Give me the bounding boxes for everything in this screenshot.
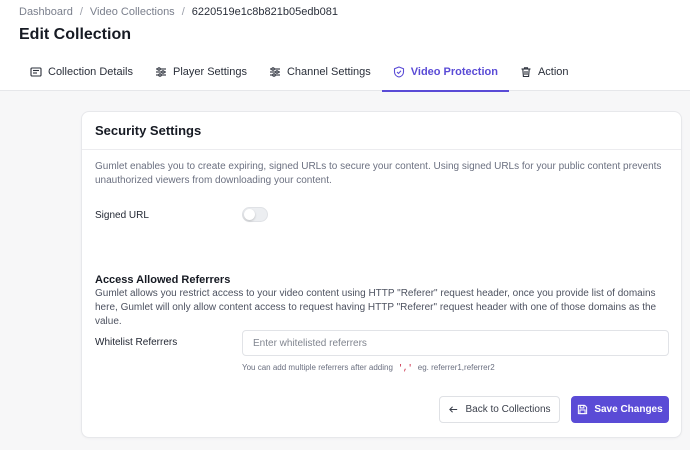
tab-player-settings[interactable]: Player Settings (144, 52, 258, 91)
signed-url-toggle[interactable] (242, 207, 268, 222)
tab-channel-settings[interactable]: Channel Settings (258, 52, 382, 91)
trash-icon (521, 66, 531, 77)
breadcrumb-dashboard[interactable]: Dashboard (19, 6, 73, 18)
card-title: Security Settings (95, 123, 202, 138)
list-icon (30, 66, 42, 77)
sliders-icon (269, 66, 280, 77)
referrers-description: Gumlet allows you restrict access to you… (95, 288, 657, 327)
tab-label: Video Protection (410, 65, 498, 78)
tab-collection-details[interactable]: Collection Details (19, 52, 144, 91)
referrers-section-title: Access Allowed Referrers (95, 274, 231, 286)
back-to-collections-button[interactable]: Back to Collections (439, 396, 560, 423)
tab-video-protection[interactable]: Video Protection (381, 52, 510, 92)
whitelist-referrers-label: Whitelist Referrers (95, 337, 178, 348)
back-button-label: Back to Collections (465, 404, 551, 415)
breadcrumb: Dashboard / Video Collections / 6220519e… (19, 6, 338, 18)
save-changes-button[interactable]: Save Changes (571, 396, 669, 423)
toggle-knob (244, 209, 255, 220)
hint-separator-code: ',' (398, 364, 413, 373)
sliders-icon (155, 66, 166, 77)
page-header: Dashboard / Video Collections / 6220519e… (0, 0, 690, 92)
signed-url-label: Signed URL (95, 210, 149, 221)
whitelist-referrers-input[interactable] (242, 330, 669, 356)
hint-prefix: You can add multiple referrers after add… (242, 363, 393, 372)
hint-example: eg. referrer1,referrer2 (417, 363, 495, 372)
tab-label: Player Settings (172, 65, 247, 78)
page-title: Edit Collection (19, 26, 131, 43)
save-icon (578, 404, 588, 415)
card-header: Security Settings (82, 112, 681, 150)
tab-label: Channel Settings (286, 65, 371, 78)
referrers-hint: You can add multiple referrers after add… (242, 363, 495, 373)
save-button-label: Save Changes (594, 404, 663, 415)
breadcrumb-current: 6220519e1c8b821b05edb081 (191, 6, 338, 18)
tab-action[interactable]: Action (509, 52, 580, 91)
tab-label: Collection Details (48, 65, 133, 78)
breadcrumb-separator: / (181, 6, 185, 18)
arrow-left-icon (449, 406, 458, 413)
tab-label: Action (537, 65, 569, 78)
breadcrumb-video-collections[interactable]: Video Collections (90, 6, 175, 18)
shield-icon (393, 65, 404, 78)
tab-bar: Collection Details Player Settings Chann… (19, 52, 580, 92)
security-settings-card: Security Settings Gumlet enables you to … (81, 111, 682, 438)
breadcrumb-separator: / (79, 6, 83, 18)
security-description: Gumlet enables you to create expiring, s… (95, 161, 662, 186)
